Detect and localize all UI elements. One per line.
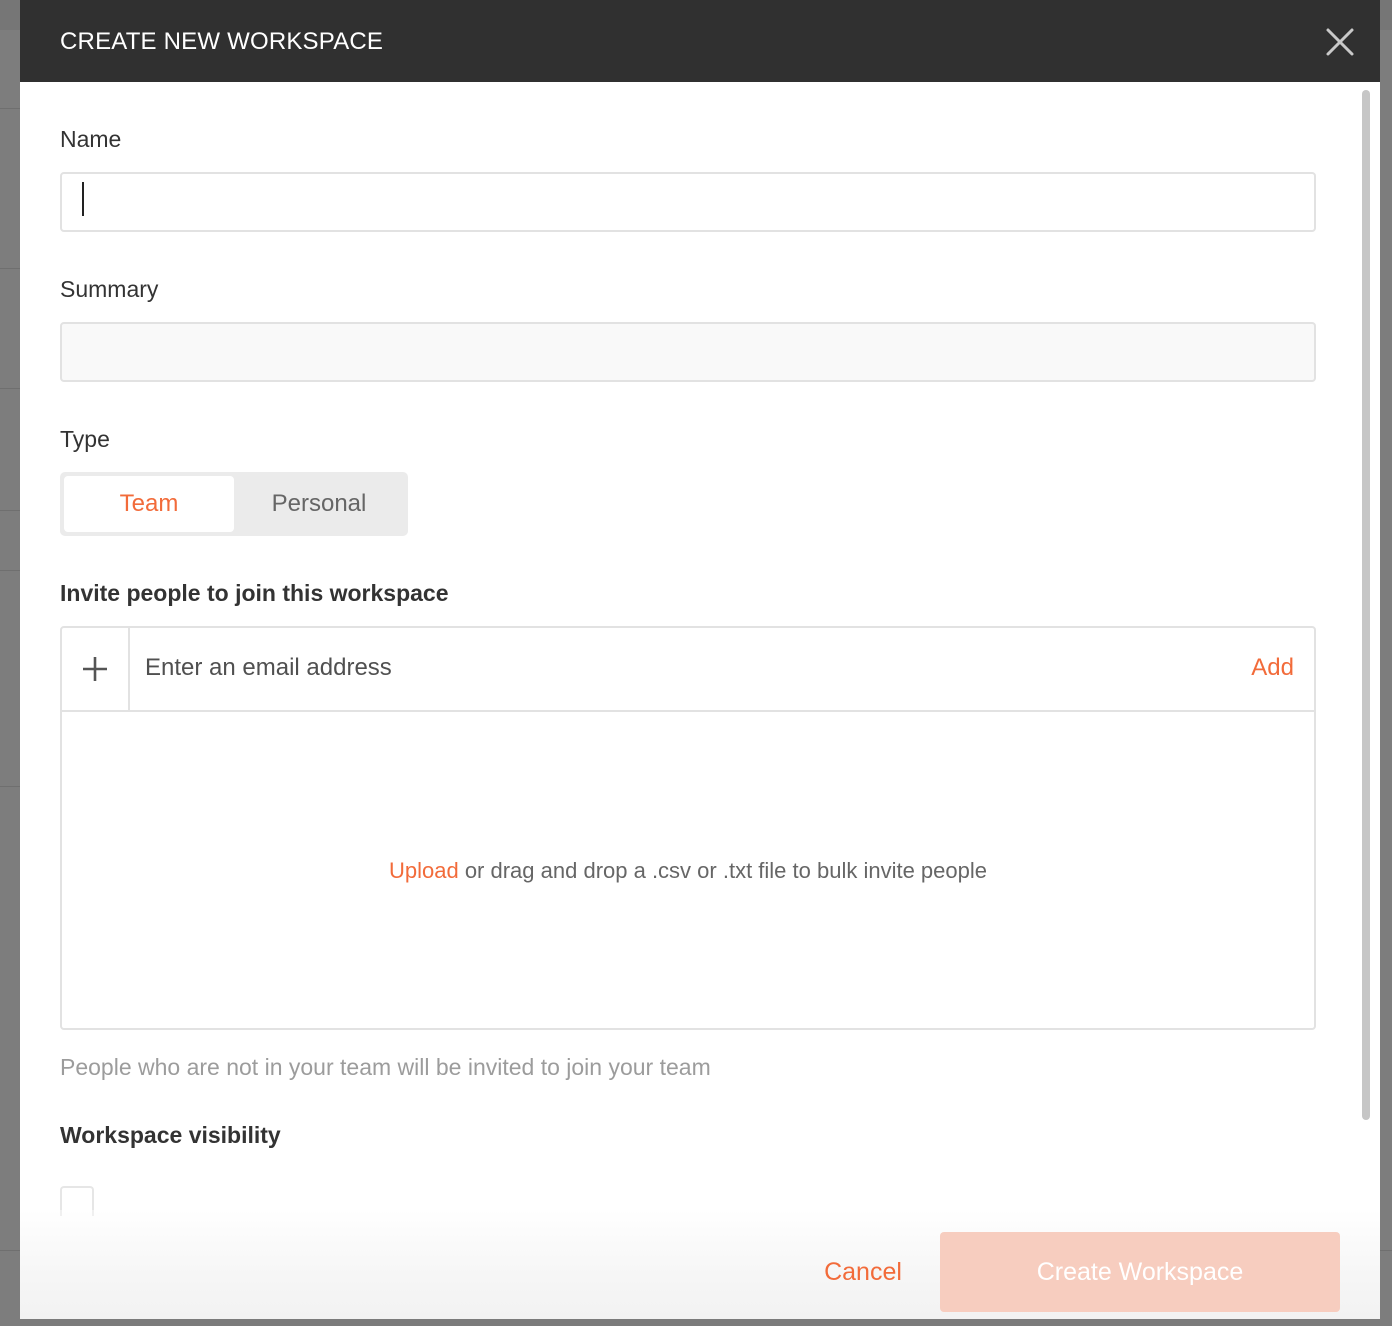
visibility-heading: Workspace visibility — [60, 1122, 281, 1148]
create-workspace-modal: CREATE NEW WORKSPACE Name Summary Type T… — [20, 0, 1380, 1319]
invite-heading: Invite people to join this workspace — [60, 580, 449, 606]
email-input[interactable]: Enter an email address — [145, 654, 392, 682]
add-button[interactable]: Add — [1251, 654, 1294, 682]
modal-title: CREATE NEW WORKSPACE — [60, 28, 384, 55]
scrollbar-thumb[interactable] — [1362, 90, 1370, 1120]
type-option-team[interactable]: Team — [64, 476, 234, 532]
background-right-panel — [1380, 30, 1392, 1326]
name-input[interactable] — [60, 172, 1316, 232]
invite-note: People who are not in your team will be … — [60, 1054, 711, 1080]
text-caret — [82, 182, 84, 216]
upload-link[interactable]: Upload — [389, 858, 459, 883]
dropzone-instruction: or drag and drop a .csv or .txt file to … — [458, 858, 987, 883]
modal-header: CREATE NEW WORKSPACE — [20, 0, 1380, 82]
cancel-button[interactable]: Cancel — [810, 1240, 916, 1304]
close-icon[interactable] — [1322, 24, 1358, 60]
invite-box: Enter an email address Add Upload or dra… — [60, 626, 1316, 1030]
name-label: Name — [60, 126, 122, 152]
dropzone-text: Upload or drag and drop a .csv or .txt f… — [62, 858, 1314, 884]
type-label: Type — [60, 426, 110, 452]
summary-input[interactable] — [60, 322, 1316, 382]
plus-icon[interactable] — [62, 628, 130, 710]
type-option-personal[interactable]: Personal — [234, 476, 404, 532]
type-toggle: Team Personal — [60, 472, 408, 536]
file-dropzone[interactable]: Upload or drag and drop a .csv or .txt f… — [62, 712, 1314, 1028]
create-workspace-button[interactable]: Create Workspace — [940, 1232, 1340, 1312]
invite-email-row: Enter an email address Add — [62, 628, 1314, 712]
background-left-panel — [0, 30, 20, 1326]
summary-label: Summary — [60, 276, 159, 302]
